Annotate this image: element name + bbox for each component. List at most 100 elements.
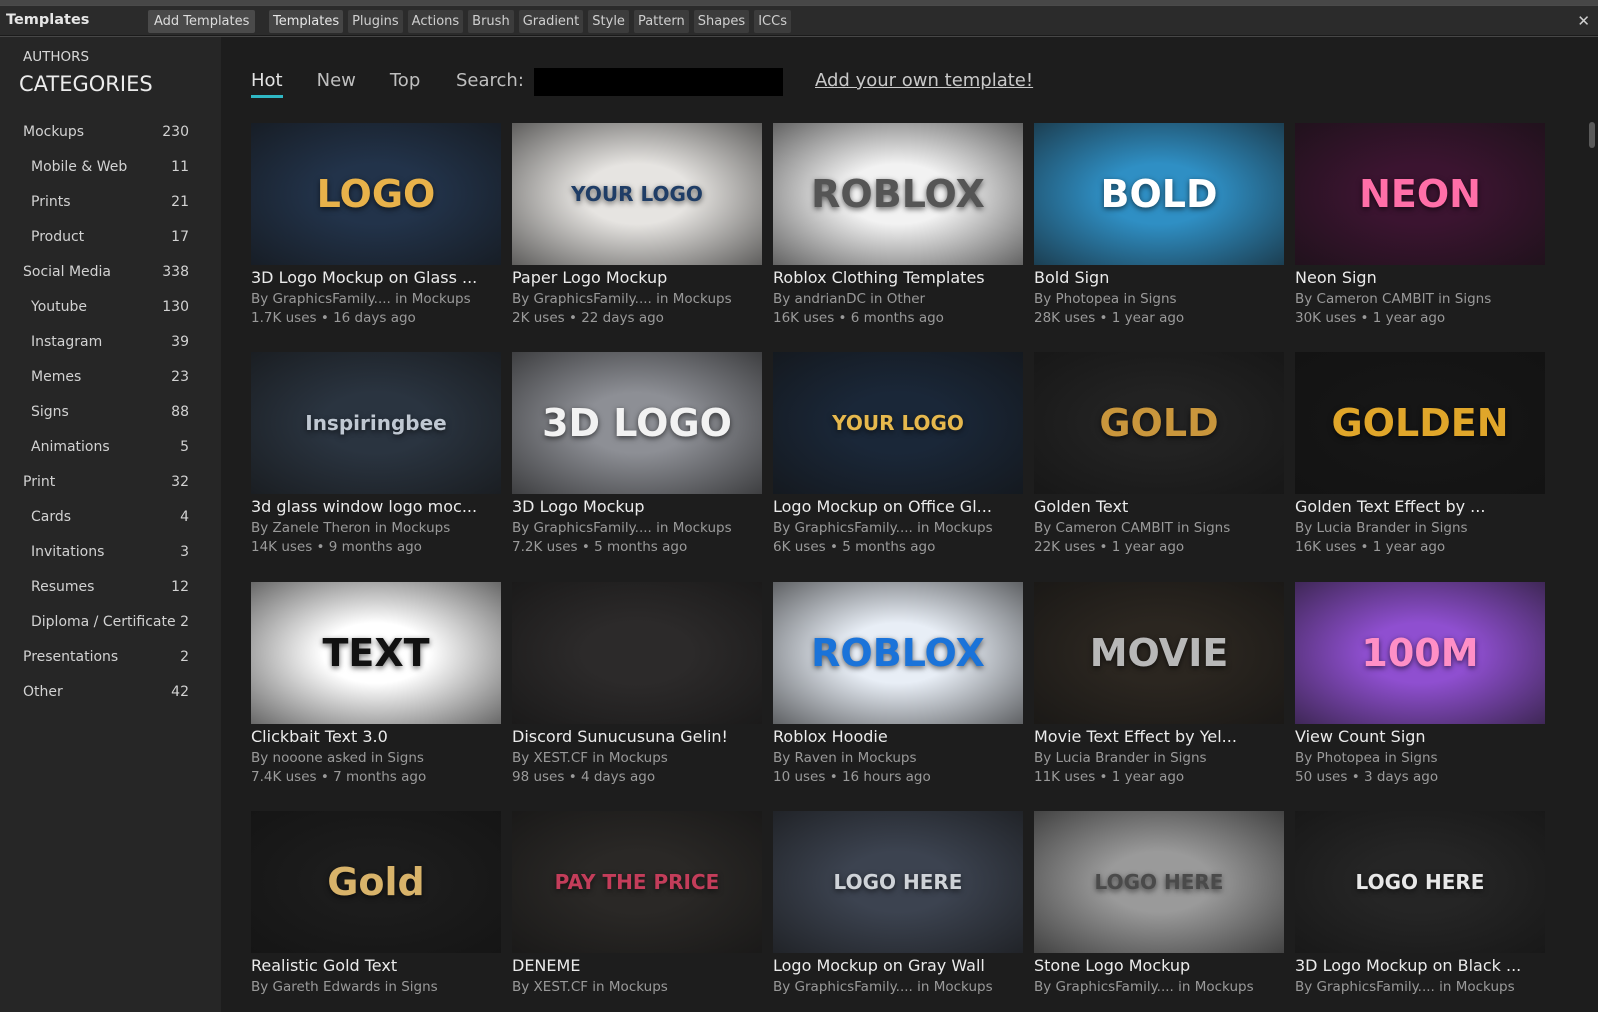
template-stats: 16K uses • 1 year ago — [1295, 539, 1446, 555]
sort-tab-hot[interactable]: Hot — [251, 70, 283, 98]
template-thumbnail[interactable]: 3D LOGO — [512, 352, 762, 494]
template-card[interactable]: YOUR LOGO Paper Logo Mockup By GraphicsFam… — [512, 123, 762, 343]
template-title[interactable]: Roblox Clothing Templates — [773, 268, 1023, 287]
template-card[interactable]: Inspiringbee 3d glass window logo moc... B… — [251, 352, 501, 572]
template-thumbnail[interactable]: LOGO HERE — [1295, 811, 1545, 953]
template-stats: 10 uses • 16 hours ago — [773, 769, 931, 785]
template-card[interactable]: GOLD Golden Text By Cameron CAMBIT in Sign… — [1034, 352, 1284, 572]
category-resumes[interactable]: Resumes 12 — [0, 571, 221, 606]
template-card[interactable]: BOLD Bold Sign By Photopea in Signs 28K use… — [1034, 123, 1284, 343]
category-youtube[interactable]: Youtube 130 — [0, 291, 221, 326]
category-label: Instagram — [31, 334, 103, 350]
tab-gradient[interactable]: Gradient — [518, 10, 584, 33]
category-other[interactable]: Other 42 — [0, 676, 221, 711]
template-title[interactable]: DENEME — [512, 956, 762, 975]
scrollbar[interactable] — [1586, 37, 1598, 1012]
template-title[interactable]: 3D Logo Mockup — [512, 497, 762, 516]
template-card[interactable]: ROBLOX Roblox Clothing Templates By andria… — [773, 123, 1023, 343]
category-animations[interactable]: Animations 5 — [0, 431, 221, 466]
template-thumbnail[interactable]: NEON — [1295, 123, 1545, 265]
template-card[interactable]: GOLDEN Golden Text Effect by ... By Lucia … — [1295, 352, 1545, 572]
template-title[interactable]: Logo Mockup on Gray Wall — [773, 956, 1023, 975]
category-social-media[interactable]: Social Media 338 — [0, 256, 221, 291]
category-prints[interactable]: Prints 21 — [0, 186, 221, 221]
template-thumbnail[interactable]: TEXT — [251, 582, 501, 724]
template-title[interactable]: Stone Logo Mockup — [1034, 956, 1284, 975]
template-title[interactable]: Paper Logo Mockup — [512, 268, 762, 287]
template-card[interactable]: MOVIE Movie Text Effect by Yel... By Lucia… — [1034, 582, 1284, 802]
category-diploma-certificate[interactable]: Diploma / Certificate 2 — [0, 606, 221, 641]
template-card[interactable]: LOGO HERE 3D Logo Mockup on Black ... By G… — [1295, 811, 1545, 1012]
tab-iccs[interactable]: ICCs — [754, 10, 791, 33]
template-card[interactable]: ROBLOX Roblox Hoodie By Raven in Mockups 10… — [773, 582, 1023, 802]
template-title[interactable]: Golden Text — [1034, 497, 1284, 516]
template-card[interactable]: Gold Realistic Gold Text By Gareth Edwards… — [251, 811, 501, 1012]
tab-templates[interactable]: Templates — [269, 10, 344, 33]
tab-pattern[interactable]: Pattern — [633, 10, 689, 33]
template-title[interactable]: Neon Sign — [1295, 268, 1545, 287]
template-title[interactable]: 3D Logo Mockup on Black ... — [1295, 956, 1545, 975]
search-input[interactable] — [534, 68, 783, 96]
category-mobile-web[interactable]: Mobile & Web 11 — [0, 151, 221, 186]
template-thumbnail[interactable]: Inspiringbee — [251, 352, 501, 494]
category-invitations[interactable]: Invitations 3 — [0, 536, 221, 571]
add-templates-button[interactable]: Add Templates — [148, 10, 256, 33]
template-card[interactable]: LOGO 3D Logo Mockup on Glass ... By Graphi… — [251, 123, 501, 343]
template-card[interactable]: 100M View Count Sign By Photopea in Signs 5… — [1295, 582, 1545, 802]
template-thumbnail[interactable]: GOLD — [1034, 352, 1284, 494]
sort-tab-top[interactable]: Top — [390, 70, 420, 98]
template-thumbnail[interactable]: MOVIE — [1034, 582, 1284, 724]
template-card[interactable]: LOGO HERE Stone Logo Mockup By GraphicsFam… — [1034, 811, 1284, 1012]
template-thumbnail[interactable]: LOGO HERE — [1034, 811, 1284, 953]
template-title[interactable]: Discord Sunucusuna Gelin! — [512, 727, 762, 746]
template-thumbnail[interactable]: ROBLOX — [773, 123, 1023, 265]
template-title[interactable]: 3d glass window logo moc... — [251, 497, 501, 516]
authors-link[interactable]: AUTHORS — [23, 49, 89, 65]
template-title[interactable]: Roblox Hoodie — [773, 727, 1023, 746]
scrollbar-thumb[interactable] — [1589, 122, 1595, 148]
category-product[interactable]: Product 17 — [0, 221, 221, 256]
template-title[interactable]: Clickbait Text 3.0 — [251, 727, 501, 746]
category-presentations[interactable]: Presentations 2 — [0, 641, 221, 676]
category-mockups[interactable]: Mockups 230 — [0, 116, 221, 151]
template-title[interactable]: Bold Sign — [1034, 268, 1284, 287]
tab-brush[interactable]: Brush — [468, 10, 514, 33]
tab-style[interactable]: Style — [588, 10, 629, 33]
category-signs[interactable]: Signs 88 — [0, 396, 221, 431]
template-card[interactable]: NEON Neon Sign By Cameron CAMBIT in Signs 3… — [1295, 123, 1545, 343]
template-card[interactable]: Discord Sunucusuna Gelin! By XEST.CF in M… — [512, 582, 762, 802]
template-title[interactable]: Movie Text Effect by Yel... — [1034, 727, 1284, 746]
template-title[interactable]: Realistic Gold Text — [251, 956, 501, 975]
close-icon[interactable]: ✕ — [1577, 12, 1590, 30]
sort-tab-new[interactable]: New — [317, 70, 356, 98]
template-thumbnail[interactable]: PAY THE PRICE — [512, 811, 762, 953]
template-thumbnail[interactable]: Gold — [251, 811, 501, 953]
template-thumbnail[interactable]: 100M — [1295, 582, 1545, 724]
template-title[interactable]: 3D Logo Mockup on Glass ... — [251, 268, 501, 287]
category-print[interactable]: Print 32 — [0, 466, 221, 501]
template-thumbnail[interactable]: LOGO HERE — [773, 811, 1023, 953]
template-thumbnail[interactable]: YOUR LOGO — [512, 123, 762, 265]
template-card[interactable]: PAY THE PRICE DENEME By XEST.CF in Mockups — [512, 811, 762, 1012]
template-thumbnail[interactable] — [512, 582, 762, 724]
template-card[interactable]: 3D LOGO 3D Logo Mockup By GraphicsFamily..… — [512, 352, 762, 572]
template-stats: 30K uses • 1 year ago — [1295, 310, 1446, 326]
template-title[interactable]: Golden Text Effect by ... — [1295, 497, 1545, 516]
category-instagram[interactable]: Instagram 39 — [0, 326, 221, 361]
template-card[interactable]: TEXT Clickbait Text 3.0 By nooone asked in… — [251, 582, 501, 802]
template-thumbnail[interactable]: LOGO — [251, 123, 501, 265]
template-thumbnail[interactable]: ROBLOX — [773, 582, 1023, 724]
template-card[interactable]: YOUR LOGO Logo Mockup on Office Gl... By G… — [773, 352, 1023, 572]
add-own-template-link[interactable]: Add your own template! — [815, 70, 1033, 91]
tab-actions[interactable]: Actions — [407, 10, 464, 33]
category-memes[interactable]: Memes 23 — [0, 361, 221, 396]
template-thumbnail[interactable]: BOLD — [1034, 123, 1284, 265]
template-card[interactable]: LOGO HERE Logo Mockup on Gray Wall By Grap… — [773, 811, 1023, 1012]
template-thumbnail[interactable]: GOLDEN — [1295, 352, 1545, 494]
template-thumbnail[interactable]: YOUR LOGO — [773, 352, 1023, 494]
template-title[interactable]: Logo Mockup on Office Gl... — [773, 497, 1023, 516]
template-title[interactable]: View Count Sign — [1295, 727, 1545, 746]
category-cards[interactable]: Cards 4 — [0, 501, 221, 536]
tab-plugins[interactable]: Plugins — [348, 10, 403, 33]
tab-shapes[interactable]: Shapes — [693, 10, 750, 33]
